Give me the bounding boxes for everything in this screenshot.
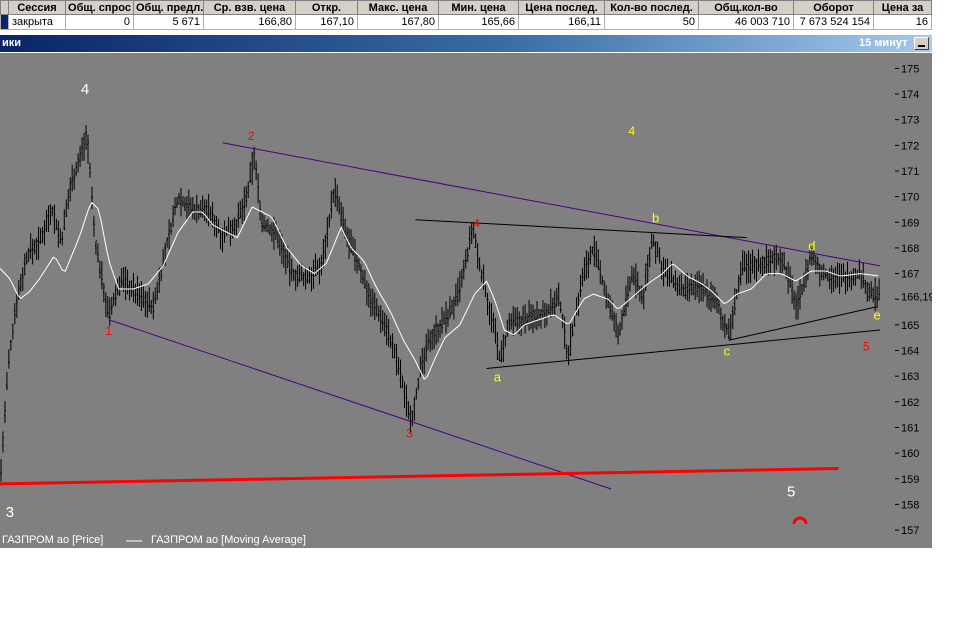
y-tick-label: 172 — [901, 140, 919, 152]
col-header-total-bid[interactable]: Общ. спрос — [65, 0, 134, 15]
wave-label: 5 — [863, 340, 870, 354]
y-tick-label: 157 — [901, 525, 919, 537]
y-tick-label: 167 — [901, 269, 919, 281]
col-header-total-qty[interactable]: Общ.кол-во — [698, 0, 794, 15]
chart-window-titlebar[interactable]: ики 15 минут — [0, 35, 932, 52]
y-tick-label: 171 — [901, 166, 919, 178]
chart-area[interactable]: 175 174 173 172 171 170 169 168 167 165 164 163 162 1… — [0, 53, 932, 548]
cell-session: закрыта — [8, 14, 66, 30]
col-header-last-price[interactable]: Цена послед. — [518, 0, 605, 15]
col-header-session[interactable]: Сессия — [8, 0, 66, 15]
cell-total-offer: 5 671 — [133, 14, 204, 30]
cell-total-bid: 0 — [65, 14, 134, 30]
cell-last-qty: 50 — [604, 14, 699, 30]
col-header-vwap[interactable]: Ср. взв. цена — [203, 0, 296, 15]
cell-turnover: 7 673 524 154 — [793, 14, 874, 30]
window-title: ики — [2, 37, 22, 49]
cell-low: 165,66 — [438, 14, 519, 30]
cell-high: 167,80 — [357, 14, 439, 30]
quote-row[interactable]: закрыта 0 5 671 166,80 167,10 167,80 165… — [0, 14, 932, 30]
row-indicator — [0, 14, 9, 30]
wave-label: 4 — [473, 216, 480, 230]
y-tick-label: 168 — [901, 243, 919, 255]
quote-header-row: Сессия Общ. спрос Общ. предл. Ср. взв. ц… — [0, 0, 932, 15]
col-header-last-qty[interactable]: Кол-во послед. — [604, 0, 699, 15]
wave-label: 4 — [81, 81, 89, 98]
row-indicator-header — [0, 0, 9, 15]
wave-label: 3 — [6, 504, 14, 521]
quote-table: Сессия Общ. спрос Общ. предл. Ср. взв. ц… — [0, 0, 932, 30]
wave-label: a — [494, 369, 502, 384]
cell-vwap: 166,80 — [203, 14, 296, 30]
wave-label: 5 — [787, 484, 795, 501]
wave-label: 3 — [406, 427, 413, 441]
y-tick-label: 164 — [901, 346, 919, 358]
y-tick-label: 165 — [901, 320, 919, 332]
trendline[interactable] — [486, 329, 881, 369]
col-header-turnover[interactable]: Оборот — [793, 0, 874, 15]
legend-moving-average: ГАЗПРОМ ао [Moving Average] — [151, 534, 306, 546]
wave-label: 4 — [629, 124, 636, 138]
cell-price-cut: 16 — [873, 14, 932, 30]
wave-label: d — [808, 238, 815, 253]
y-tick-label: 159 — [901, 474, 919, 486]
y-tick-label: 163 — [901, 371, 919, 383]
col-header-price-cut[interactable]: Цена за — [873, 0, 932, 15]
col-header-total-offer[interactable]: Общ. предл. — [133, 0, 204, 15]
trendline[interactable] — [415, 219, 747, 239]
legend-line-ma — [126, 540, 142, 542]
y-tick-label: 158 — [901, 499, 919, 511]
col-header-low[interactable]: Мин. цена — [438, 0, 519, 15]
cell-last-price: 166,11 — [518, 14, 605, 30]
wave-label: b — [652, 210, 659, 225]
wave-label: 1 — [105, 324, 112, 338]
wave-label: 2 — [248, 129, 255, 143]
wave-label: c — [724, 344, 731, 359]
cell-open: 167,10 — [295, 14, 358, 30]
trendline[interactable] — [222, 142, 881, 267]
trendline[interactable] — [728, 306, 877, 341]
last-price-label: 166,19 — [901, 291, 932, 303]
interval-label[interactable]: 15 минут — [859, 37, 907, 49]
minimize-icon — [918, 45, 925, 47]
y-tick-label: 161 — [901, 422, 919, 434]
y-tick-label: 162 — [901, 397, 919, 409]
price-chart[interactable]: 175 174 173 172 171 170 169 168 167 165 164 163 162 1… — [0, 53, 932, 548]
minimize-button[interactable] — [914, 37, 929, 50]
y-tick-label: 170 — [901, 192, 919, 204]
trendline[interactable] — [108, 319, 612, 490]
y-tick-label: 175 — [901, 63, 919, 75]
legend-price: ГАЗПРОМ ао [Price] — [2, 534, 104, 546]
col-header-high[interactable]: Макс. цена — [357, 0, 439, 15]
arc-mark — [792, 516, 808, 525]
trendline[interactable] — [0, 466, 839, 486]
y-tick-label: 160 — [901, 448, 919, 460]
wave-label: e — [874, 308, 881, 323]
col-header-open[interactable]: Откр. — [295, 0, 358, 15]
y-tick-label: 174 — [901, 89, 919, 101]
y-tick-label: 173 — [901, 115, 919, 127]
cell-total-qty: 46 003 710 — [698, 14, 794, 30]
y-tick-label: 169 — [901, 217, 919, 229]
